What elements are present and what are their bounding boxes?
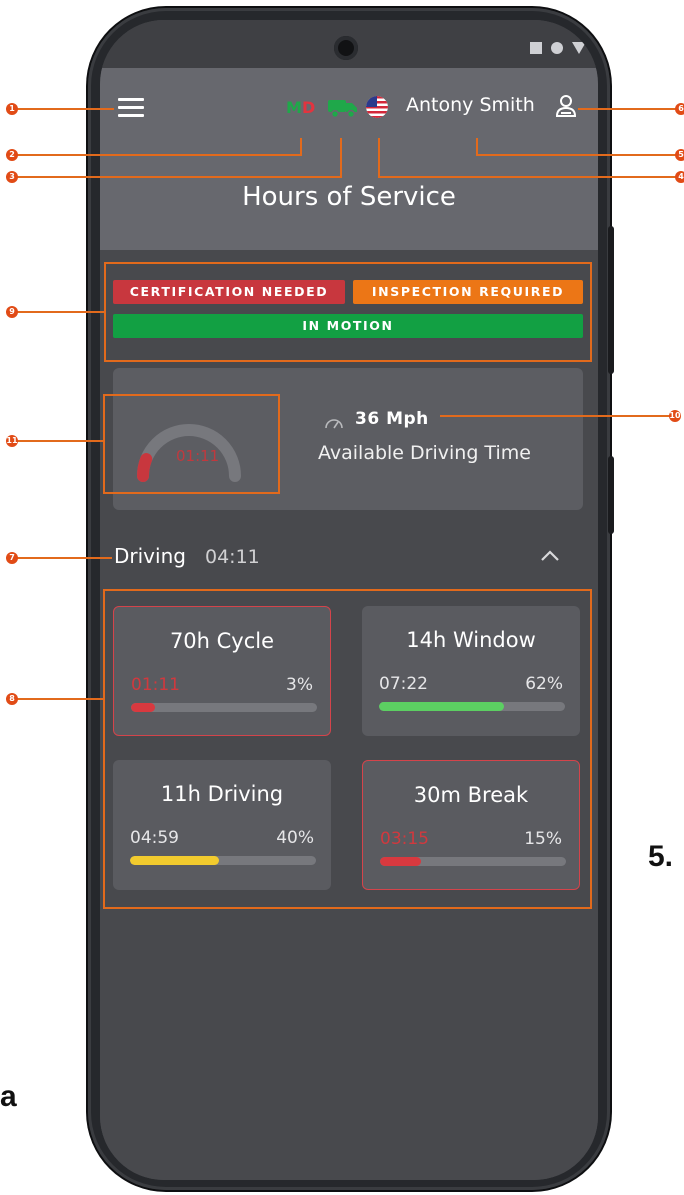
annotation-line — [476, 138, 478, 156]
outside-text-right: 5. — [648, 840, 674, 873]
annotation-marker-5: 5 — [675, 149, 684, 161]
annotation-marker-3: 3 — [6, 171, 18, 183]
driving-status-time: 04:11 — [205, 546, 260, 568]
phone-side-button — [608, 456, 614, 534]
annotation-box-9 — [104, 262, 592, 362]
status-d-label: D — [302, 98, 316, 117]
annotation-marker-10: 10 — [669, 410, 681, 422]
annotation-line — [12, 440, 104, 442]
annotation-marker-6: 6 — [675, 103, 684, 115]
speed-value: 36 Mph — [355, 409, 429, 429]
annotation-line — [378, 176, 680, 178]
annotation-line — [12, 176, 342, 178]
available-driving-label: Available Driving Time — [318, 442, 531, 464]
home-icon — [551, 42, 563, 54]
status-bar — [100, 20, 598, 68]
app-header: M D Antony Smith Hours of Service — [100, 68, 598, 250]
annotation-line — [12, 108, 114, 110]
outside-text-left: a — [0, 1080, 17, 1113]
camera-icon — [334, 36, 358, 60]
recents-icon — [530, 42, 542, 54]
annotation-marker-1: 1 — [6, 103, 18, 115]
annotation-marker-2: 2 — [6, 149, 18, 161]
back-icon — [572, 42, 586, 54]
page-title: Hours of Service — [242, 182, 456, 212]
annotation-line — [340, 138, 342, 178]
us-flag-icon[interactable] — [366, 96, 388, 118]
annotation-marker-9: 9 — [6, 306, 18, 318]
annotation-line — [440, 415, 680, 417]
annotation-line — [12, 154, 302, 156]
user-icon[interactable] — [554, 94, 578, 120]
driving-status-label: Driving — [114, 544, 186, 568]
annotation-marker-7: 7 — [6, 552, 18, 564]
annotation-line — [578, 108, 680, 110]
annotation-box-8 — [103, 589, 592, 909]
user-name[interactable]: Antony Smith — [406, 94, 535, 116]
truck-icon[interactable] — [328, 98, 358, 118]
annotation-line — [12, 557, 112, 559]
menu-button[interactable] — [118, 98, 146, 120]
speedometer-icon — [325, 419, 343, 429]
annotation-line — [378, 138, 380, 178]
phone-side-button — [608, 226, 614, 374]
annotation-box-11 — [103, 394, 280, 494]
annotation-line — [12, 698, 104, 700]
annotation-marker-11: 11 — [6, 435, 18, 447]
annotation-line — [12, 311, 104, 313]
annotation-line — [300, 138, 302, 156]
annotation-marker-4: 4 — [675, 171, 684, 183]
annotation-line — [476, 154, 680, 156]
chevron-up-icon[interactable] — [538, 548, 562, 564]
annotation-marker-8: 8 — [6, 693, 18, 705]
status-m-label: M — [286, 98, 302, 117]
